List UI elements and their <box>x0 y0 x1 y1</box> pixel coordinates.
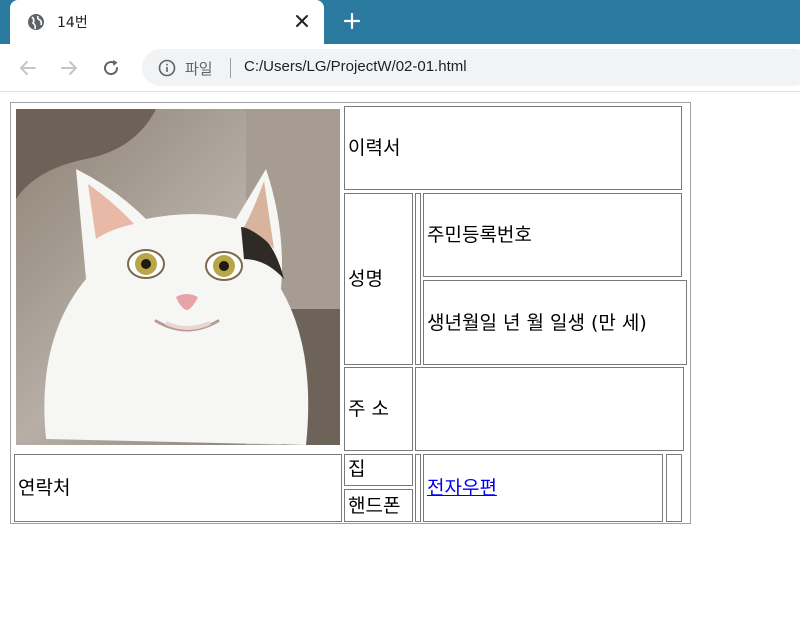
contact-label: 연락처 <box>18 477 71 499</box>
arrow-left-icon[interactable] <box>17 57 39 79</box>
email-link[interactable]: 전자우편 <box>427 479 497 498</box>
info-icon[interactable] <box>158 59 176 77</box>
address-label-cell: 주 소 <box>344 367 413 451</box>
browser-toolbar: 파일 C:/Users/LG/ProjectW/02-01.html <box>0 44 800 92</box>
mobile-label-cell: 핸드폰 <box>344 489 413 522</box>
resident-number-cell: 주민등록번호 <box>423 193 682 277</box>
cat-photo <box>16 109 340 445</box>
contact-label-cell: 연락처 <box>14 454 342 522</box>
name-label-cell: 성명 <box>344 193 413 365</box>
email-cell: 전자우편 <box>423 454 663 522</box>
home-label-cell: 집 <box>344 454 413 486</box>
page-content: 이력서 성명 주민등록번호 생년월일 년 월 일생 (만 세) 주 소 연락처 … <box>0 93 800 636</box>
birth-text: 생년월일 년 월 일생 (만 세) <box>427 312 647 334</box>
contact-spacer-cell <box>415 454 421 522</box>
spacer-cell <box>415 193 421 365</box>
site-label: 파일 <box>185 60 213 78</box>
photo-cell <box>14 106 342 450</box>
url-text[interactable]: C:/Users/LG/ProjectW/02-01.html <box>244 58 467 75</box>
omnibox-divider <box>230 58 231 78</box>
title-cell: 이력서 <box>344 106 682 190</box>
arrow-right-icon[interactable] <box>58 57 80 79</box>
address-value-cell <box>415 367 684 451</box>
reload-icon[interactable] <box>100 57 122 79</box>
home-label: 집 <box>348 458 366 480</box>
tab-strip: 14번 <box>0 0 800 44</box>
name-label: 성명 <box>348 268 383 290</box>
active-tab[interactable]: 14번 <box>10 0 324 44</box>
plus-icon[interactable] <box>343 12 361 30</box>
resume-title: 이력서 <box>348 137 401 159</box>
mobile-label: 핸드폰 <box>348 495 401 517</box>
globe-icon <box>28 14 44 30</box>
birth-cell: 생년월일 년 월 일생 (만 세) <box>423 280 687 365</box>
resume-table: 이력서 성명 주민등록번호 생년월일 년 월 일생 (만 세) 주 소 연락처 … <box>10 102 691 524</box>
resident-number-label: 주민등록번호 <box>427 224 532 246</box>
trailing-cell <box>666 454 682 522</box>
address-bar[interactable]: 파일 C:/Users/LG/ProjectW/02-01.html <box>142 49 800 86</box>
address-label: 주 소 <box>348 398 389 420</box>
tab-title: 14번 <box>57 15 88 31</box>
close-icon[interactable] <box>293 12 311 30</box>
